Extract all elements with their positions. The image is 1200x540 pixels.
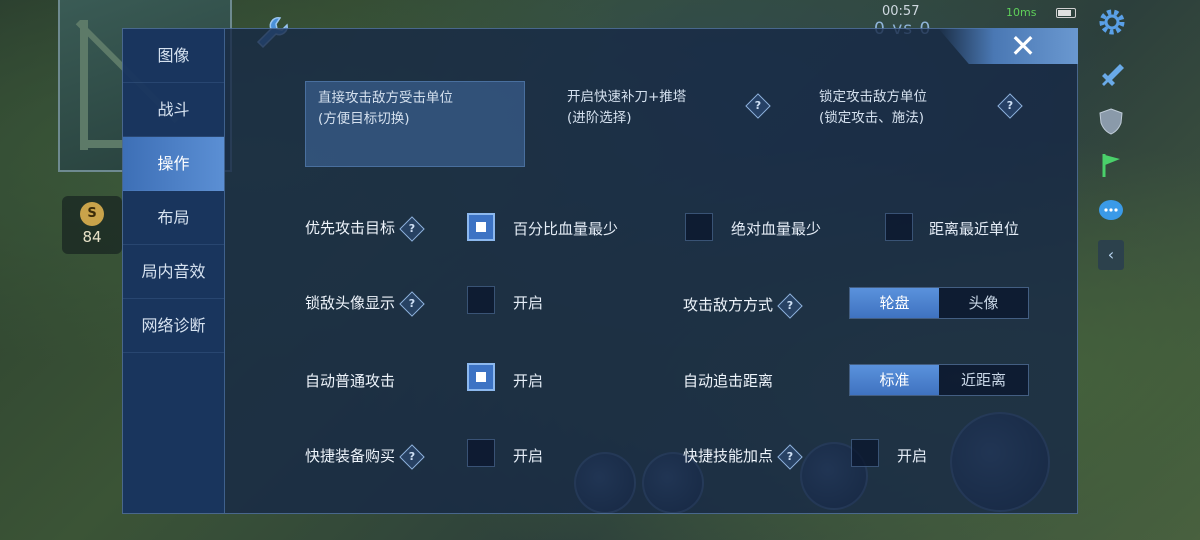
quick-buy-checkbox[interactable]	[467, 439, 495, 467]
card-title: 直接攻击敌方受击单位	[318, 90, 453, 106]
help-icon[interactable]: ?	[777, 443, 803, 470]
match-timer: 00:57	[882, 4, 920, 19]
settings-sidebar: 图像 战斗 操作 布局 局内音效 网络诊断	[123, 29, 225, 513]
gear-icon[interactable]	[1096, 6, 1128, 38]
flag-icon[interactable]	[1096, 150, 1126, 180]
auto-attack-checkbox[interactable]	[467, 363, 495, 391]
tab-controls[interactable]: 操作	[123, 137, 224, 191]
tab-combat[interactable]: 战斗	[123, 83, 224, 137]
gold-amount: 84	[82, 228, 102, 246]
card-subtitle: (方便目标切换)	[318, 111, 410, 127]
help-icon[interactable]: ?	[399, 290, 425, 317]
chase-distance-selector: 标准 近距离	[849, 364, 1029, 396]
targeting-option-quick-lasthit[interactable]: 开启快速补刀+推塔 (进阶选择) ?	[555, 81, 775, 167]
card-subtitle: (进阶选择)	[567, 110, 632, 126]
card-title: 锁定攻击敌方单位	[819, 89, 927, 105]
priority-target-label: 优先攻击目标?	[305, 215, 425, 242]
priority-absolute-hp-label: 绝对血量最少	[731, 220, 822, 238]
help-icon[interactable]: ?	[399, 443, 425, 470]
lock-avatar-option-label: 开启	[513, 294, 544, 312]
tab-network[interactable]: 网络诊断	[123, 299, 224, 353]
priority-nearest-checkbox[interactable]	[885, 213, 913, 241]
priority-absolute-hp-checkbox[interactable]	[685, 213, 713, 241]
lock-avatar-checkbox[interactable]	[467, 286, 495, 314]
targeting-option-lock-enemy[interactable]: 锁定攻击敌方单位 (锁定攻击、施法) ?	[807, 81, 1027, 167]
tab-sound[interactable]: 局内音效	[123, 245, 224, 299]
tab-layout[interactable]: 布局	[123, 191, 224, 245]
quick-buy-option-label: 开启	[513, 447, 544, 465]
auto-attack-option-label: 开启	[513, 372, 544, 390]
quick-skill-label: 快捷技能加点?	[683, 443, 803, 470]
chat-icon[interactable]	[1096, 196, 1126, 226]
card-subtitle: (锁定攻击、施法)	[819, 110, 925, 126]
attack-mode-wheel[interactable]: 轮盘	[850, 288, 939, 318]
quick-skill-option-label: 开启	[897, 447, 928, 465]
help-icon[interactable]: ?	[777, 292, 803, 319]
minimap-lane	[80, 20, 88, 150]
lock-avatar-label: 锁敌头像显示?	[305, 290, 425, 317]
close-button[interactable]: ✕	[1003, 29, 1043, 65]
attack-mode-label: 攻击敌方方式?	[683, 292, 803, 319]
auto-attack-label: 自动普通攻击	[305, 372, 396, 390]
expand-arrow-icon[interactable]: ‹	[1098, 240, 1124, 270]
chase-distance-standard[interactable]: 标准	[850, 365, 939, 395]
settings-panel: ✕ 图像 战斗 操作 布局 局内音效 网络诊断 直接攻击敌方受击单位 (方便目标…	[122, 28, 1078, 514]
sword-icon[interactable]	[1096, 60, 1126, 90]
gold-coin-icon: S	[80, 202, 104, 226]
quick-buy-label: 快捷装备购买?	[305, 443, 425, 470]
tab-image[interactable]: 图像	[123, 29, 224, 83]
chase-distance-close[interactable]: 近距离	[939, 365, 1028, 395]
gold-counter[interactable]: S 84	[62, 196, 122, 254]
battery-icon	[1056, 8, 1076, 18]
priority-percent-hp-checkbox[interactable]	[467, 213, 495, 241]
network-latency: 10ms	[1006, 6, 1037, 19]
priority-nearest-label: 距离最近单位	[929, 220, 1020, 238]
shield-icon[interactable]	[1096, 106, 1126, 136]
card-title: 开启快速补刀+推塔	[567, 89, 687, 105]
attack-mode-selector: 轮盘 头像	[849, 287, 1029, 319]
targeting-option-direct[interactable]: 直接攻击敌方受击单位 (方便目标切换)	[305, 81, 525, 167]
quick-skill-checkbox[interactable]	[851, 439, 879, 467]
chase-distance-label: 自动追击距离	[683, 372, 774, 390]
attack-mode-avatar[interactable]: 头像	[939, 288, 1028, 318]
priority-percent-hp-label: 百分比血量最少	[513, 220, 619, 238]
help-icon[interactable]: ?	[399, 215, 425, 242]
